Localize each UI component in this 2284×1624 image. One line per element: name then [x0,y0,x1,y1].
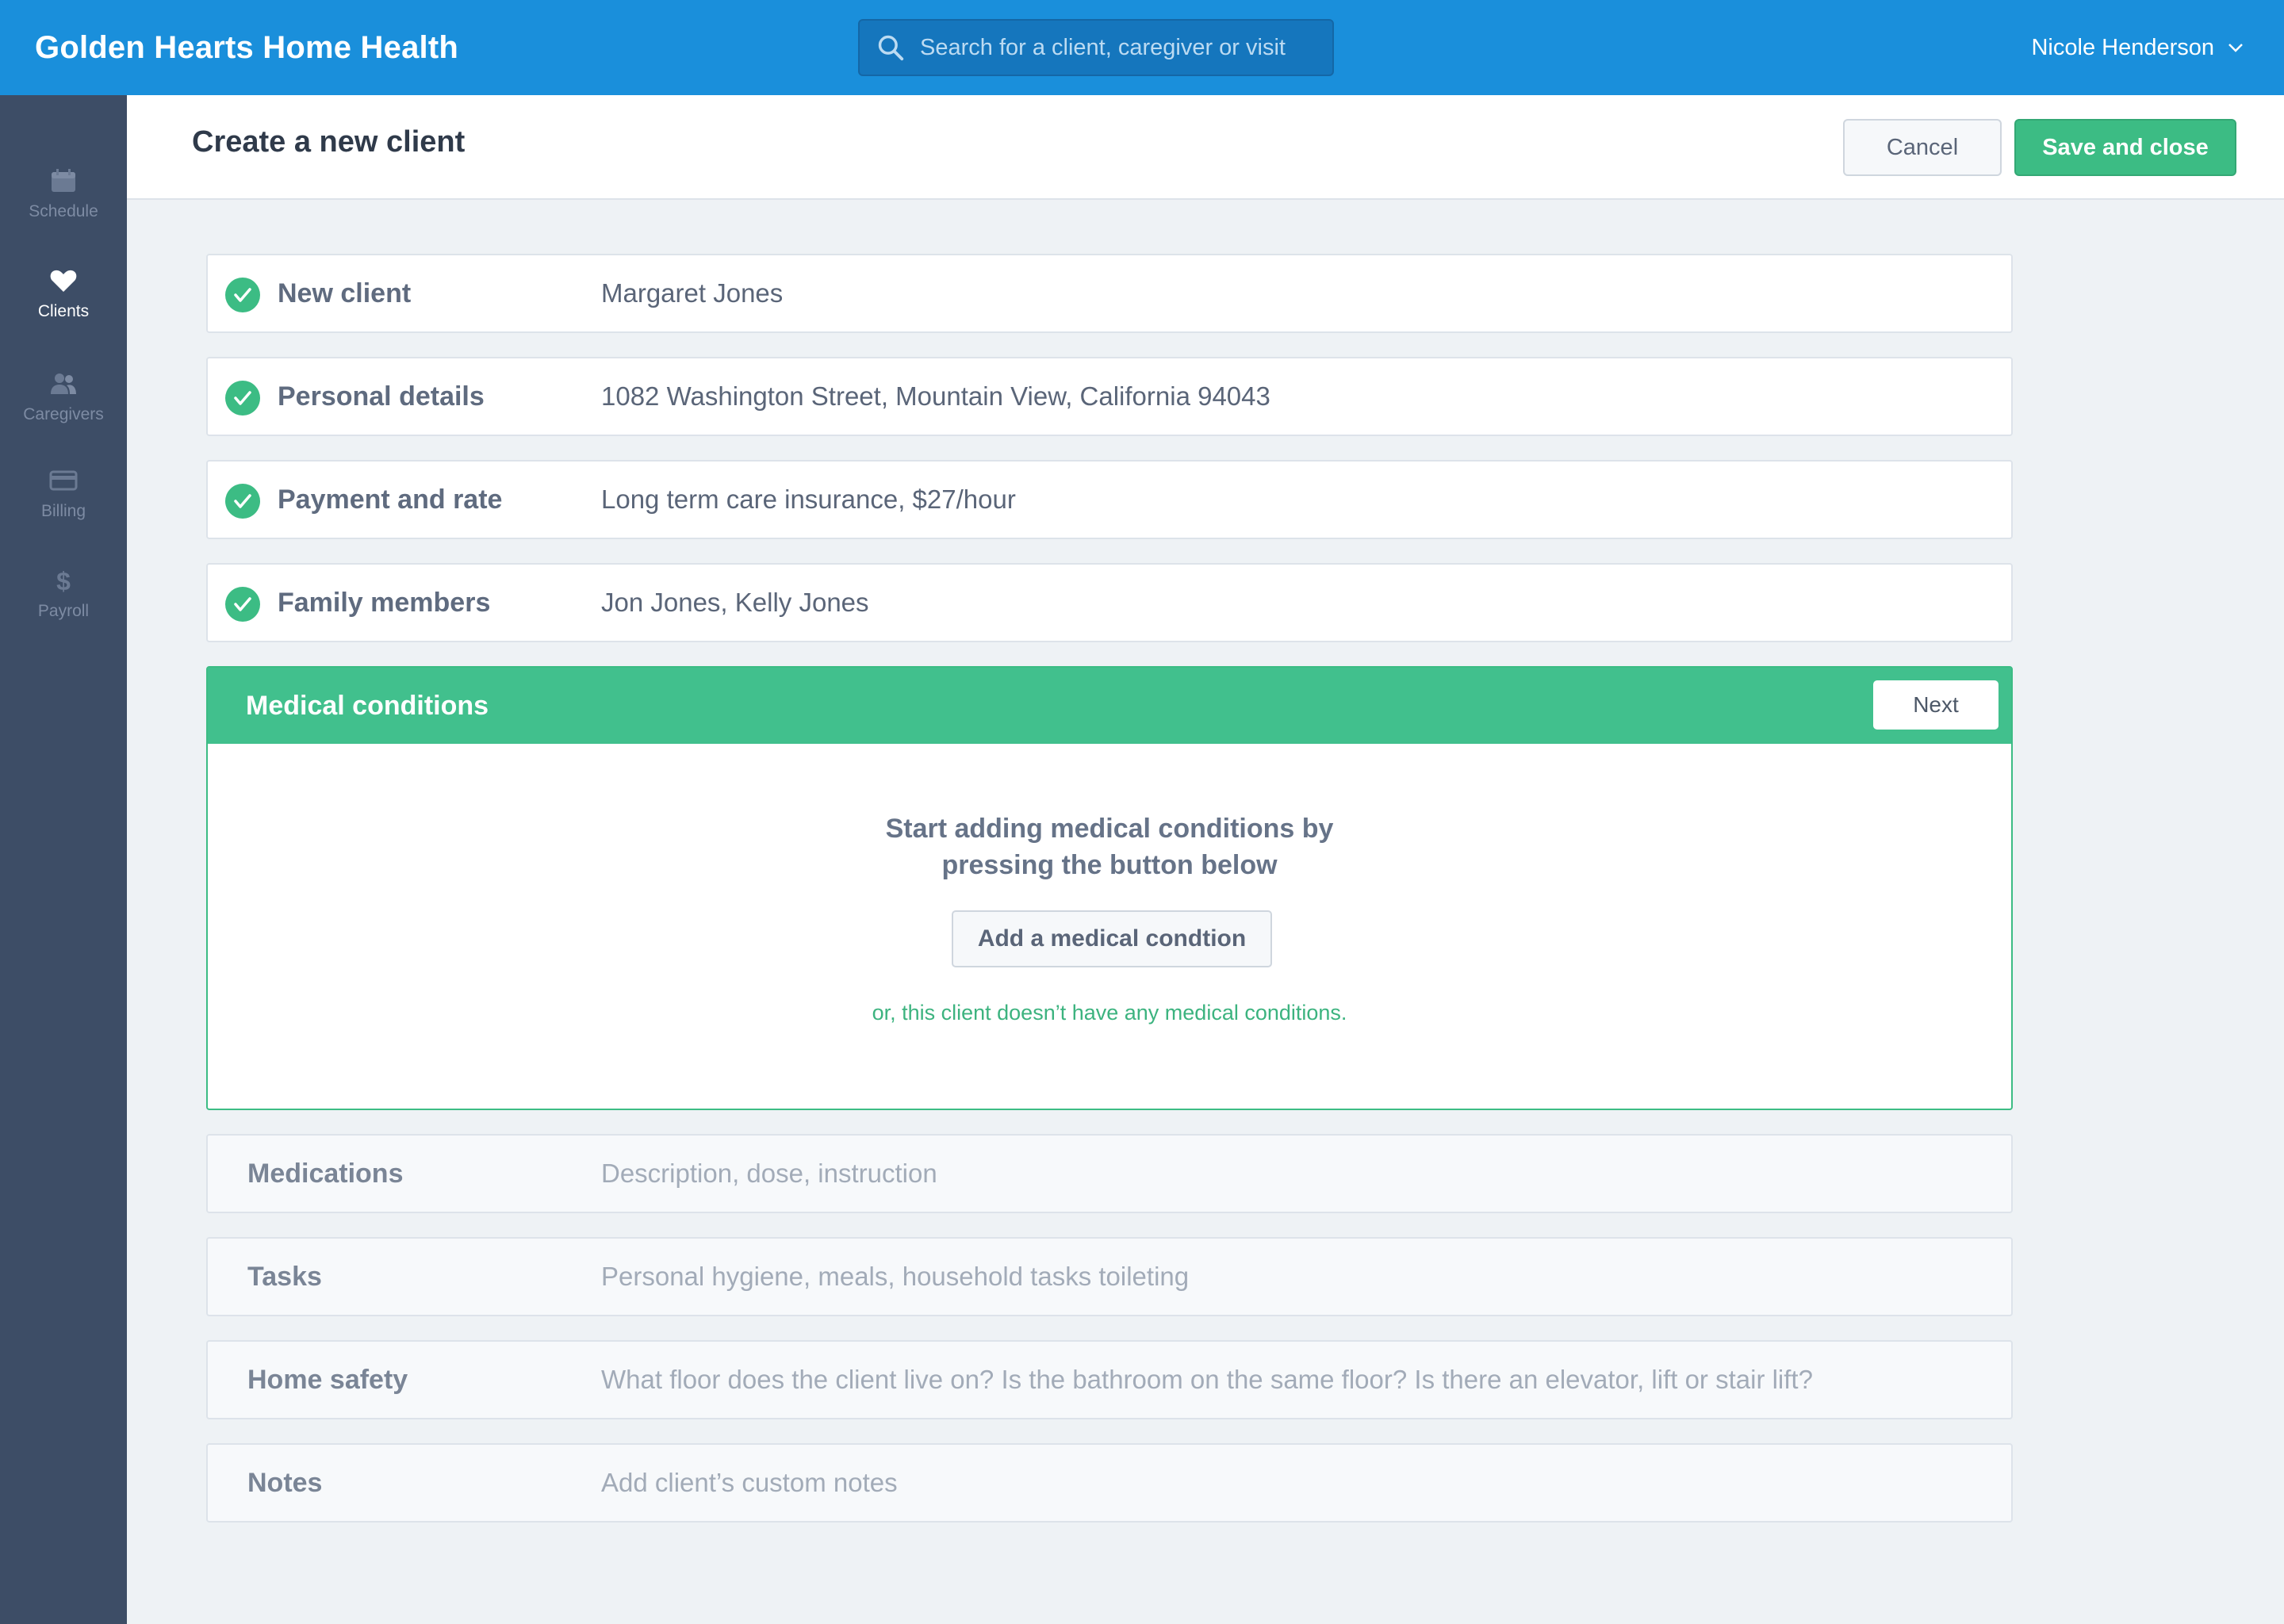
section-hint: What floor does the client live on? Is t… [601,1365,1813,1394]
section-label: Medications [247,1158,404,1189]
section-value: Jon Jones, Kelly Jones [601,588,869,617]
sidebar: Schedule Clients Caregivers Billing $ Pa… [0,95,127,1624]
chevron-down-icon [2228,44,2243,52]
section-hint: Personal hygiene, meals, household tasks… [601,1262,1190,1291]
section-payment-and-rate[interactable]: Payment and rate Long term care insuranc… [206,460,2013,539]
sidebar-item-payroll[interactable]: $ Payroll [0,550,127,638]
section-personal-details[interactable]: Personal details 1082 Washington Street,… [206,357,2013,436]
calendar-icon [52,169,75,192]
section-label: Personal details [278,381,485,412]
search-box[interactable] [858,19,1334,76]
section-tasks[interactable]: Tasks Personal hygiene, meals, household… [206,1237,2013,1316]
sidebar-item-schedule[interactable]: Schedule [0,151,127,238]
section-notes[interactable]: Notes Add client’s custom notes [206,1443,2013,1522]
empty-state-message: Start adding medical conditions by press… [208,810,2011,883]
section-home-safety[interactable]: Home safety What floor does the client l… [206,1340,2013,1419]
sidebar-item-billing[interactable]: Billing [0,450,127,538]
dollar-icon: $ [56,567,71,594]
sidebar-item-clients[interactable]: Clients [0,251,127,338]
sidebar-item-label: Billing [40,502,86,520]
empty-state-line-2: pressing the button below [941,850,1278,880]
save-and-close-button[interactable]: Save and close [2014,119,2236,176]
section-hint: Description, dose, instruction [601,1159,937,1188]
sidebar-item-label: Caregivers [23,405,104,423]
section-label: Home safety [247,1364,408,1395]
empty-state-line-1: Start adding medical conditions by [885,814,1334,844]
section-label: Family members [278,587,491,618]
section-label: Payment and rate [278,484,503,515]
no-medical-conditions-link[interactable]: or, this client doesn’t have any medical… [208,1001,2011,1025]
cancel-button[interactable]: Cancel [1843,119,2002,176]
sidebar-item-caregivers[interactable]: Caregivers [0,354,127,441]
sidebar-item-label: Schedule [29,202,98,220]
user-menu[interactable]: Nicole Henderson [2031,0,2244,95]
medical-conditions-panel: Medical conditions Next Start adding med… [206,666,2013,1110]
section-family-members[interactable]: Family members Jon Jones, Kelly Jones [206,563,2013,642]
section-label: Tasks [247,1261,322,1292]
check-circle-icon [225,484,260,519]
page-title: Create a new client [192,125,466,159]
section-value: Margaret Jones [601,278,784,308]
user-name: Nicole Henderson [2031,34,2214,60]
section-label: New client [278,278,412,308]
search-icon [878,35,904,61]
section-value: 1082 Washington Street, Mountain View, C… [601,381,1270,411]
section-hint: Add client’s custom notes [601,1468,898,1497]
next-button[interactable]: Next [1873,680,1998,730]
section-medications[interactable]: Medications Description, dose, instructi… [206,1134,2013,1213]
section-new-client[interactable]: New client Margaret Jones [206,254,2013,333]
section-value: Long term care insurance, $27/hour [601,485,1016,514]
check-circle-icon [225,278,260,312]
sidebar-item-label: Clients [37,302,90,320]
app-brand[interactable]: Golden Hearts Home Health [35,0,458,95]
section-label: Notes [247,1467,323,1498]
top-bar: Golden Hearts Home Health Nicole Henders… [0,0,2284,95]
credit-card-icon [49,470,78,491]
search-input[interactable] [920,34,1332,61]
panel-title: Medical conditions [246,690,489,721]
heart-icon [50,270,77,292]
page-header: Create a new client Cancel Save and clos… [127,95,2284,200]
check-circle-icon [225,587,260,622]
svg-text:$: $ [56,567,71,594]
sidebar-item-label: Payroll [37,602,90,620]
check-circle-icon [225,381,260,416]
add-medical-condition-button[interactable]: Add a medical condtion [952,910,1272,967]
users-icon [51,373,76,394]
panel-header: Medical conditions Next [208,668,2011,744]
